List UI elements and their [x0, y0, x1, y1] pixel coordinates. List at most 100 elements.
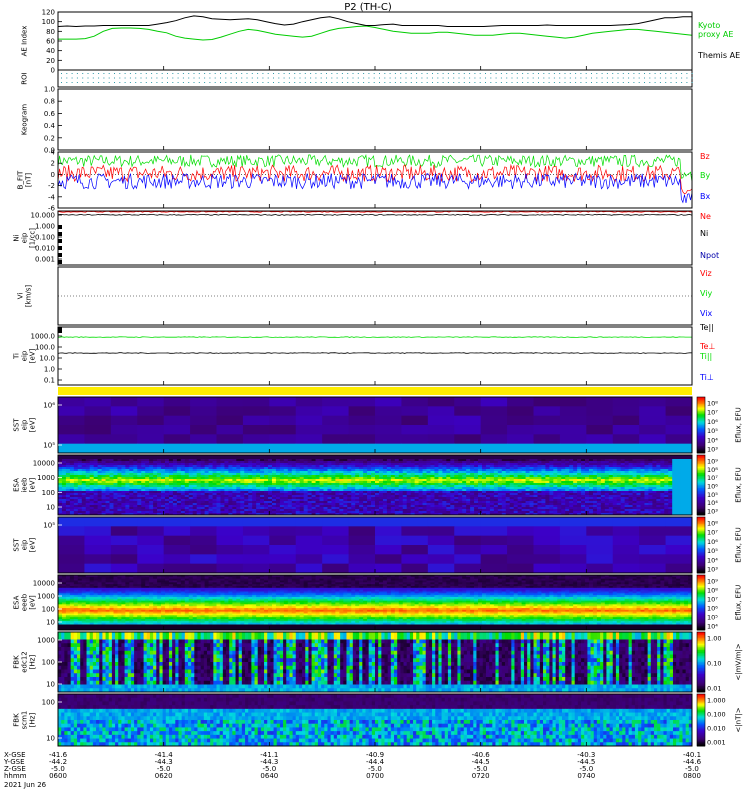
roi-dot	[533, 78, 534, 79]
spec-cell	[111, 444, 138, 454]
roi-dot	[231, 78, 232, 79]
roi-dot	[172, 78, 173, 79]
roi-dot	[273, 73, 274, 74]
roi-dot	[480, 73, 481, 74]
spec-cell	[349, 416, 376, 426]
roi-dot	[506, 78, 507, 79]
roi-dot	[676, 73, 677, 74]
roi-dot	[427, 78, 428, 79]
roi-dot	[570, 73, 571, 74]
roi-dot	[543, 82, 544, 83]
roi-dot	[474, 82, 475, 83]
spec-cell	[137, 425, 164, 435]
density-minor-tick	[58, 232, 62, 236]
ae-ytick-label: 40	[46, 47, 55, 55]
roi-dot	[618, 78, 619, 79]
spec-cell	[349, 444, 376, 454]
roi-dot	[607, 78, 608, 79]
keogram-ytick-label: 0.6	[44, 110, 56, 118]
roi-dot	[485, 78, 486, 79]
spec-cell	[454, 406, 481, 416]
roi-dot	[66, 78, 67, 79]
roi-dot	[88, 73, 89, 74]
spec-cell	[534, 397, 561, 407]
roi-ylabel-group: ROI	[21, 72, 29, 84]
spec-cell	[322, 425, 349, 435]
roi-dot	[273, 78, 274, 79]
roi-dot	[522, 73, 523, 74]
temp-ytick-label: 100.0	[35, 344, 55, 352]
bfit-ytick-label: -2	[48, 182, 55, 190]
density-ytick-label: 0.001	[35, 256, 55, 264]
roi-dot	[527, 78, 528, 79]
density-minor-tick	[58, 260, 62, 264]
roi-dot	[114, 73, 115, 74]
roi-dot	[395, 78, 396, 79]
velocity-ylabel-group: Vi[km/s]	[17, 285, 33, 308]
spec-cell	[586, 434, 613, 444]
spec-cell	[375, 397, 402, 407]
roi-dot	[453, 78, 454, 79]
legend-bz: Bz	[700, 152, 710, 161]
density-minor-tick	[58, 253, 62, 257]
roi-dot	[215, 78, 216, 79]
roi-dot	[586, 82, 587, 83]
roi-dot	[125, 78, 126, 79]
spec-cell	[84, 434, 111, 444]
roi-dot	[660, 78, 661, 79]
roi-dot	[575, 73, 576, 74]
density-ylabel: [1/cc]	[29, 228, 37, 248]
roi-dot	[686, 78, 687, 79]
spec-cell	[454, 397, 481, 407]
sst1-colorbar-label-group: Eflux, EFU	[735, 407, 743, 442]
spec-cell	[639, 406, 666, 416]
density-minor-tick	[58, 246, 62, 250]
roi-dot	[82, 78, 83, 79]
spec-cell	[401, 397, 428, 407]
bfit-ylabel: [nT]	[25, 173, 33, 187]
roi-dot	[220, 82, 221, 83]
roi-dot	[98, 78, 99, 79]
roi-dot	[183, 78, 184, 79]
spec-cell	[296, 434, 323, 444]
roi-dot	[559, 73, 560, 74]
spec-cell	[560, 444, 587, 454]
roi-dot	[241, 73, 242, 74]
roi-dot	[379, 73, 380, 74]
roi-dot	[464, 82, 465, 83]
roi-dot	[565, 73, 566, 74]
roi-dot	[215, 82, 216, 83]
legend-ne: Ne	[700, 212, 711, 221]
sst1-ylabel: [eV]	[29, 417, 37, 432]
esa1-cells	[58, 455, 692, 515]
roi-dot	[337, 82, 338, 83]
spec-cell	[84, 425, 111, 435]
roi-dot	[517, 78, 518, 79]
roi-dot	[342, 82, 343, 83]
roi-dot	[411, 73, 412, 74]
roi-dot	[607, 73, 608, 74]
roi-dot	[692, 82, 693, 83]
sst1-ytick-label: 10⁶	[43, 402, 55, 410]
roi-dot	[331, 82, 332, 83]
roi-dot	[273, 82, 274, 83]
roi-dot	[554, 82, 555, 83]
keogram-ylabel-group: Keogram	[21, 104, 29, 135]
roi-dot	[98, 73, 99, 74]
keogram-ytick-label: 0.8	[44, 98, 55, 106]
roi-dot	[374, 73, 375, 74]
roi-dot	[146, 73, 147, 74]
spec-cell	[507, 444, 534, 454]
roi-dot	[347, 82, 348, 83]
spec-cell	[322, 434, 349, 444]
roi-dot	[554, 73, 555, 74]
roi-dot	[209, 78, 210, 79]
roi-dot	[109, 73, 110, 74]
spec-cell	[243, 406, 270, 416]
spec-cell	[269, 406, 296, 416]
spec-cell	[217, 434, 244, 444]
spec-cell	[296, 397, 323, 407]
roi-dot	[262, 73, 263, 74]
roi-dot	[559, 78, 560, 79]
roi-dot	[692, 78, 693, 79]
